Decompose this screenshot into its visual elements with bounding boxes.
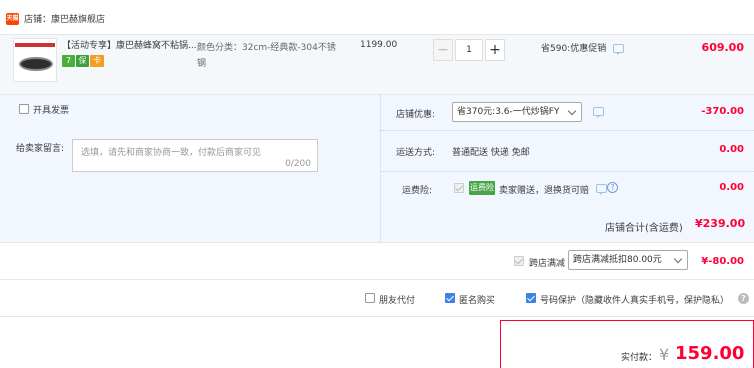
coupon-chat-icon[interactable]: [593, 107, 604, 118]
shop-header: [0, 0, 754, 35]
anonymous-label: 匿名购买: [459, 296, 496, 306]
question-icon[interactable]: ?: [607, 182, 618, 193]
shop-total-label: 店铺合计(含运费): [605, 223, 683, 234]
delivery-amount: 0.00: [719, 144, 744, 155]
message-placeholder: 选填，请先和商家协商一致，付款后商家可见: [81, 148, 262, 158]
shop-total-value: ¥239.00: [695, 217, 746, 230]
product-thumbnail[interactable]: [13, 38, 57, 82]
wok-image-icon: [19, 57, 53, 71]
seller-message-field[interactable]: 选填，请先和商家协商一致，付款后商家可见 0/200: [72, 139, 318, 172]
promo-text: 省590:优惠促销: [541, 44, 607, 54]
message-char-count: 0/200: [285, 159, 311, 169]
cross-store-label: 跨店满减: [529, 259, 566, 269]
friend-pay-label: 朋友代付: [379, 296, 416, 306]
divider: [0, 316, 754, 317]
insurance-text: 卖家赠送，退换货可赔: [499, 186, 590, 196]
guarantee-icon[interactable]: 保: [76, 55, 89, 67]
divider: [380, 130, 754, 131]
payment-summary-box: 实付款： ¥ 159.00: [500, 320, 754, 368]
message-label: 给卖家留言:: [16, 144, 65, 154]
shop-coupon-label: 店铺优惠:: [396, 110, 436, 120]
divider: [0, 279, 754, 280]
promo-chat-icon[interactable]: [613, 44, 624, 55]
card-payment-icon[interactable]: 卡: [90, 55, 104, 67]
seven-day-return-icon[interactable]: 7: [62, 55, 75, 67]
brand-strip: [15, 43, 55, 47]
anonymous-checkbox[interactable]: [445, 293, 455, 303]
cross-store-checkbox: [514, 256, 524, 266]
shop-name-link[interactable]: 店铺：康巴赫旗舰店: [24, 13, 105, 27]
shop-coupon-select[interactable]: 省370元:3.6-一代炒锅FY: [452, 102, 582, 122]
item-subtotal: 609.00: [701, 41, 744, 54]
decrease-button[interactable]: −: [433, 39, 453, 61]
quantity-input[interactable]: 1: [455, 39, 483, 61]
chevron-down-icon: [567, 106, 577, 116]
insurance-checkbox: [454, 183, 464, 193]
pay-amount: 159.00: [675, 343, 745, 364]
product-title-link[interactable]: 【活动专享】康巴赫蜂窝不粘锅...: [62, 40, 197, 52]
invoice-label: 开具发票: [33, 106, 70, 116]
quantity-stepper: − 1 +: [433, 39, 505, 61]
insurance-amount: 0.00: [719, 182, 744, 193]
tmall-badge-icon: 天猫: [6, 13, 19, 25]
friend-pay-checkbox[interactable]: [365, 293, 375, 303]
product-spec: 颜色分类：32cm-经典款-304不锈钢: [197, 43, 336, 69]
insurance-chat-icon[interactable]: [596, 184, 607, 195]
insurance-badge: 运费险: [469, 181, 495, 195]
number-protect-label: 号码保护（隐藏收件人真实手机号，保护隐私）: [540, 296, 730, 306]
delivery-label: 运送方式:: [396, 148, 436, 158]
insurance-label: 运费险:: [402, 186, 433, 196]
shop-coupon-value: -370.00: [701, 106, 744, 117]
cross-store-value: ¥-80.00: [701, 256, 744, 267]
currency-symbol: ¥: [659, 345, 670, 364]
number-protect-checkbox[interactable]: [526, 293, 536, 303]
invoice-checkbox[interactable]: [19, 104, 29, 114]
cross-store-select-value: 跨店满减抵扣80.00元: [573, 255, 662, 265]
divider: [380, 171, 754, 172]
divider: [0, 242, 754, 243]
help-icon[interactable]: ?: [738, 293, 749, 304]
pay-label: 实付款：: [621, 353, 658, 363]
shop-coupon-select-value: 省370元:3.6-一代炒锅FY: [457, 107, 560, 117]
increase-button[interactable]: +: [485, 39, 505, 61]
delivery-method: 普通配送 快递 免邮: [452, 148, 530, 158]
unit-price: 1199.00: [360, 40, 398, 50]
